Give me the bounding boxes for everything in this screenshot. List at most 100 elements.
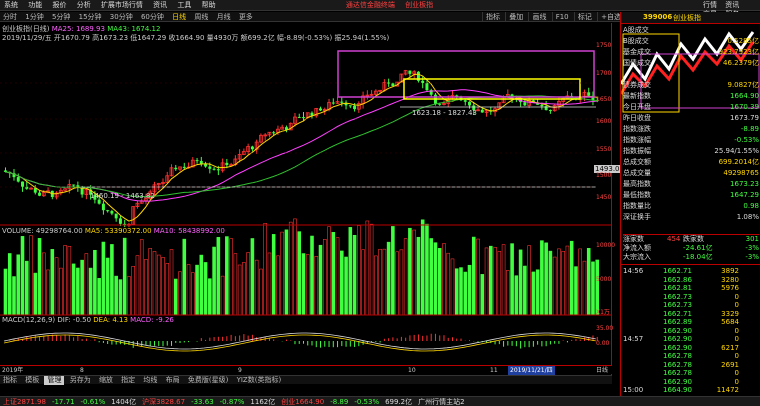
up-count-label: 涨家数 — [623, 235, 644, 243]
volume-bar — [46, 269, 50, 316]
candle-body — [106, 210, 110, 212]
date-axis-label: 8 — [80, 367, 84, 374]
volume-bar — [37, 238, 42, 316]
period-tab[interactable]: 分时 — [0, 12, 20, 22]
menu-ext-market[interactable]: 扩展市场行情 — [97, 0, 147, 11]
period-tab[interactable]: 月线 — [214, 12, 234, 22]
status-item: 699.2亿 — [385, 398, 413, 406]
bottom-tab[interactable]: 缩放 — [96, 376, 116, 385]
tick-row[interactable]: 15:00 1664.90 11472 — [623, 386, 759, 395]
volume-bar — [586, 247, 591, 316]
price-axis-label: 1550 — [596, 146, 612, 153]
menu-news[interactable]: 资讯 — [149, 0, 171, 11]
tick-list[interactable]: 14:56 1662.71 3892 1662.86 3280 1662.81 5976 16… — [621, 264, 760, 394]
volume-bar — [173, 278, 178, 316]
volume-bar — [24, 260, 29, 316]
down-count-label: 跌家数 — [683, 235, 704, 243]
volume-bar — [420, 219, 425, 316]
volume-bar — [450, 258, 455, 316]
volume-bar — [229, 238, 233, 316]
volume-bar — [437, 248, 442, 316]
period-tab[interactable]: 60分钟 — [138, 12, 167, 22]
symbol-name: 创业板指 — [673, 14, 701, 22]
volume-bar — [310, 235, 314, 316]
menu-right-news[interactable]: 资讯 — [722, 1, 742, 10]
mark-button[interactable]: 标记 — [573, 12, 595, 22]
volume-axis-label: 5000 — [596, 276, 612, 283]
bottom-tab[interactable]: 免费版(星级) — [185, 376, 231, 385]
period-tab-selected[interactable]: 日线 — [169, 12, 189, 22]
volume-bar — [97, 278, 101, 316]
volume-bar — [42, 252, 46, 316]
overlay-button[interactable]: 叠加 — [505, 12, 526, 22]
volume-bar — [271, 234, 276, 316]
candle-body — [391, 83, 395, 87]
volume-bar — [225, 236, 229, 316]
period-tab[interactable]: 15分钟 — [76, 12, 105, 22]
current-date-label: 2019/11/21/四 — [508, 366, 555, 375]
bottom-tab[interactable]: 指标 — [0, 376, 20, 385]
volume-bar — [399, 249, 404, 316]
volume-bar — [16, 254, 21, 316]
volume-bar — [246, 252, 250, 316]
date-axis-label: 10 — [408, 367, 416, 374]
menu-analysis[interactable]: 分析 — [73, 0, 95, 11]
volume-bar — [391, 226, 395, 316]
menu-help[interactable]: 帮助 — [198, 0, 220, 11]
stat-row: 深证换手 1.08% — [623, 213, 759, 222]
stat-row: 总成交额 699.2014亿 — [623, 158, 759, 167]
volume-bar — [412, 229, 416, 316]
moving-average-line — [5, 89, 598, 202]
menu-right-quote[interactable]: 行情 — [700, 1, 720, 10]
bottom-tab[interactable]: 指定 — [118, 376, 138, 385]
up-count: 454 — [667, 235, 681, 243]
candle-body — [72, 184, 76, 186]
volume-bar — [591, 261, 595, 316]
volume-ma10-label: MA10: 58438992.00 — [153, 227, 225, 235]
volume-bar — [212, 246, 216, 316]
status-item: -8.89 — [330, 398, 349, 406]
volume-bar — [220, 275, 225, 316]
bottom-tab[interactable]: 布局 — [163, 376, 183, 385]
draw-button[interactable]: 画线 — [528, 12, 549, 22]
period-tab[interactable]: 1分钟 — [22, 12, 46, 22]
period-tab[interactable]: 更多 — [236, 12, 256, 22]
period-tab[interactable]: 30分钟 — [107, 12, 136, 22]
bottom-tab[interactable]: 另存为 — [67, 376, 94, 385]
candle-body — [110, 211, 114, 214]
menu-tools[interactable]: 工具 — [173, 0, 195, 11]
candle-body — [523, 102, 527, 106]
period-tab[interactable]: 周线 — [191, 12, 211, 22]
candle-body — [118, 218, 122, 224]
volume-bar — [497, 251, 502, 316]
period-tab[interactable]: 5分钟 — [49, 12, 73, 22]
quote-side-panel: 399006 创业板指 A股成交 B股成交 0.5285亿 基金成交 923.7923亿… — [620, 12, 760, 396]
stat-row: 基金成交 923.7923亿 — [623, 48, 759, 57]
date-axis-label: 11 — [490, 367, 498, 374]
promo-symbol: 创业板指 — [405, 1, 434, 9]
stat-label: 指数涨幅 — [623, 136, 651, 144]
volume-bar — [305, 254, 310, 316]
promo-title[interactable]: 通达信金融终端 — [342, 0, 399, 11]
menu-quote[interactable]: 报价 — [48, 0, 70, 11]
menu-system[interactable]: 系统 — [0, 0, 22, 11]
bottom-tab-selected[interactable]: 管理 — [44, 376, 65, 385]
candle-body — [480, 109, 484, 113]
bar-info-line: 2019/11/29/五 开1670.79 高1673.23 低1647.29 … — [2, 33, 389, 43]
stat-value: 1673.23 — [730, 180, 759, 188]
range-high-label: 1623.18 - 1827.43 — [412, 109, 477, 117]
f10-button[interactable]: F10 — [551, 12, 572, 22]
volume-bar — [327, 226, 331, 316]
bottom-tab[interactable]: YIZ数(类指标) — [234, 376, 285, 385]
volume-bar — [395, 251, 399, 316]
volume-bar — [152, 251, 157, 316]
bottom-tab[interactable]: 模板 — [22, 376, 42, 385]
tick-price: 1664.90 — [663, 386, 692, 394]
indicator-button[interactable]: 指标 — [482, 12, 503, 22]
stat-value: -8.89 — [740, 125, 759, 133]
candle-body — [114, 213, 118, 219]
bottom-tab[interactable]: 均线 — [140, 376, 160, 385]
stat-value: 0.5285亿 — [727, 37, 760, 45]
menu-function[interactable]: 功能 — [24, 0, 46, 11]
candle-body — [548, 110, 552, 112]
